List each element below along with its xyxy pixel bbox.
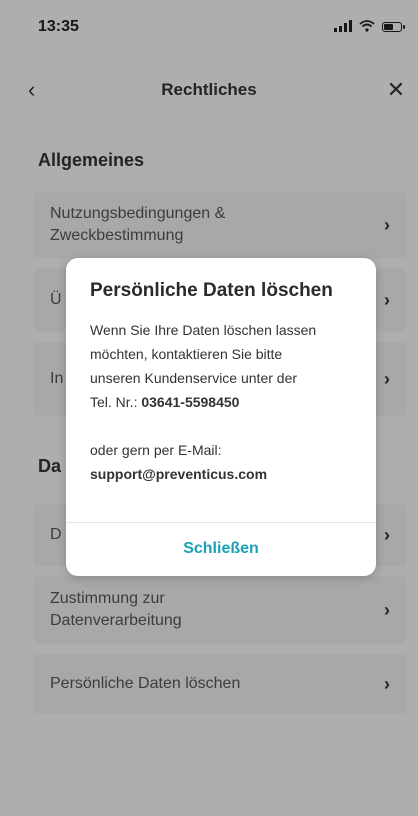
dialog-close-button[interactable]: Schließen <box>66 522 376 576</box>
dialog-text-line: möchten, kontaktieren Sie bitte <box>90 346 283 362</box>
dialog-text-line: unseren Kundenservice unter der <box>90 370 298 386</box>
dialog-title: Persönliche Daten löschen <box>90 280 333 301</box>
dialog-text-line: Wenn Sie Ihre Daten löschen lassen <box>90 322 317 338</box>
dialog-text-line: oder gern per E-Mail: <box>90 442 222 458</box>
phone-number[interactable]: 03641-5598450 <box>141 394 239 410</box>
email-address[interactable]: support@preventicus.com <box>90 462 360 486</box>
dialog-body: Wenn Sie Ihre Daten löschen lassen möcht… <box>90 318 360 486</box>
dialog: Persönliche Daten löschen Wenn Sie Ihre … <box>66 258 376 576</box>
dialog-phone-line: Tel. Nr.: 03641-5598450 <box>90 394 240 410</box>
